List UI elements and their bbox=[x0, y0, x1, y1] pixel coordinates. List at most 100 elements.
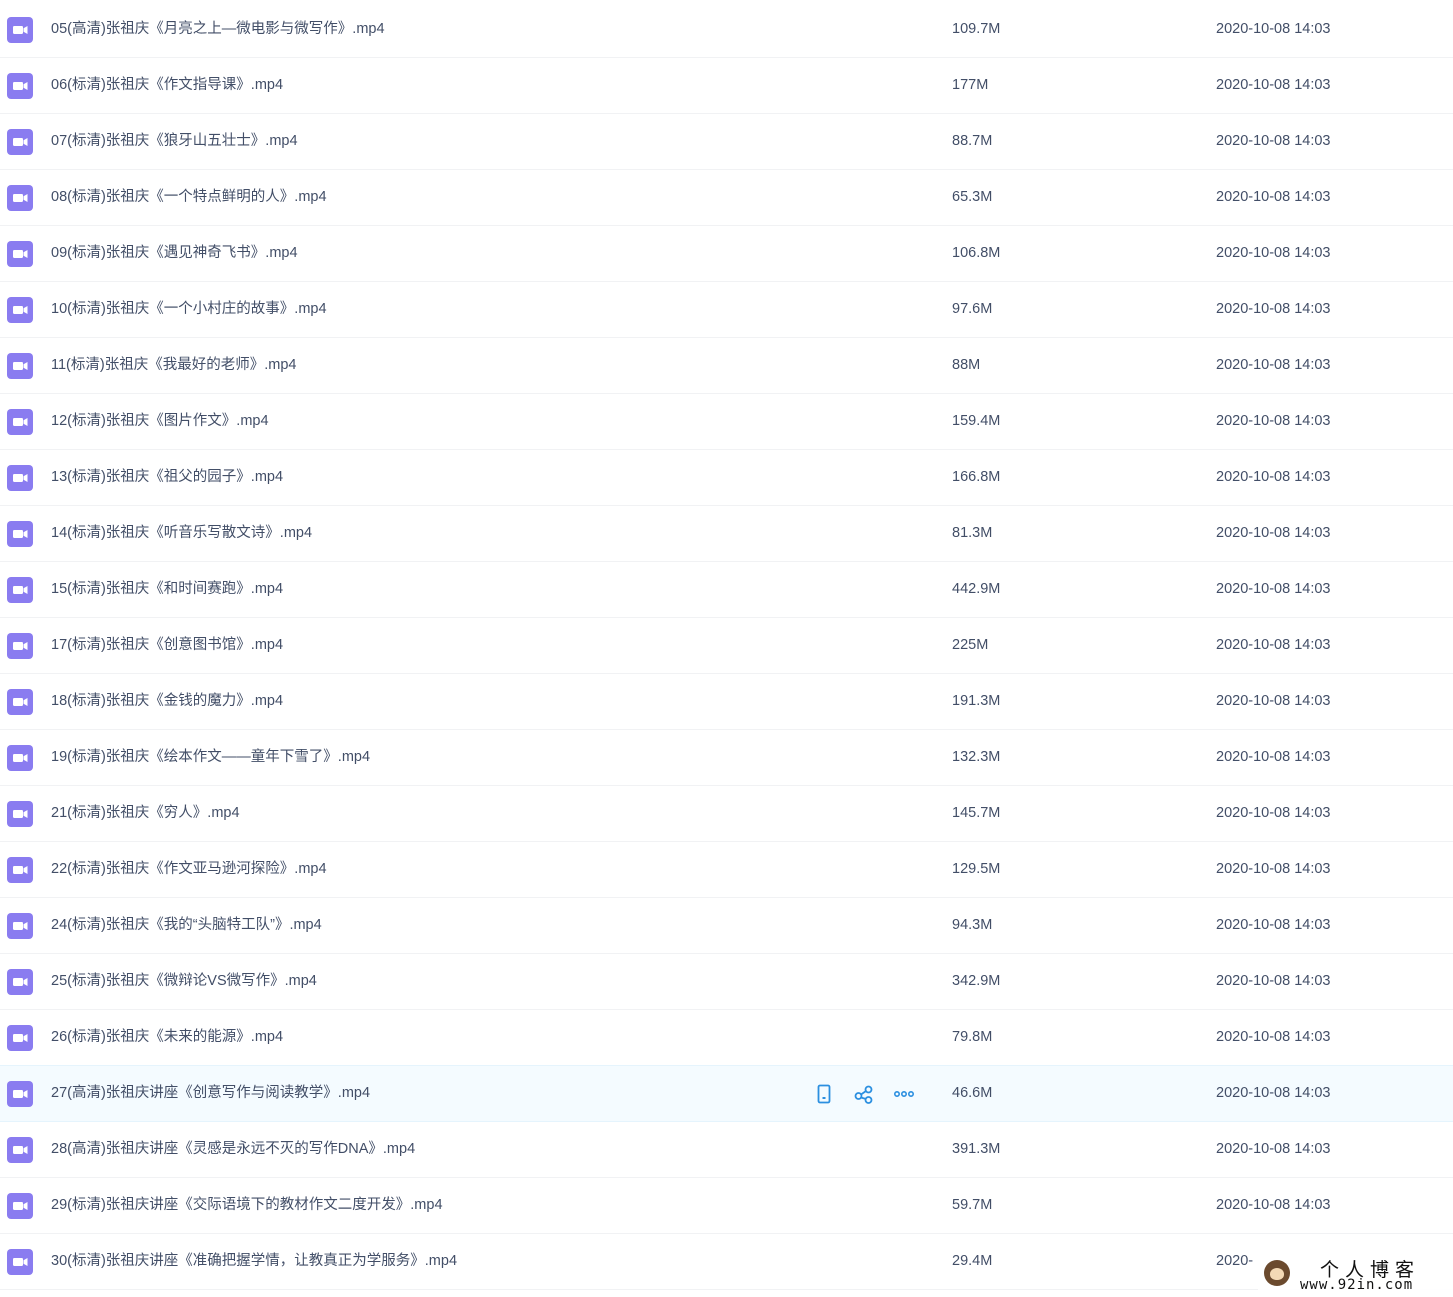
file-size: 191.3M bbox=[952, 693, 1001, 709]
file-size: 88M bbox=[952, 357, 981, 373]
file-modified-time: 2020- bbox=[1216, 1253, 1254, 1269]
file-size: 166.8M bbox=[952, 469, 1001, 485]
file-modified-time: 2020-10-08 14:03 bbox=[1216, 301, 1331, 317]
file-size: 46.6M bbox=[952, 1085, 993, 1101]
file-row[interactable]: 30(标清)张祖庆讲座《准确把握学情，让教真正为学服务》.mp4 29.4M 202… bbox=[0, 1234, 1453, 1290]
file-modified-time: 2020-10-08 14:03 bbox=[1216, 469, 1331, 485]
video-file-icon bbox=[7, 409, 33, 435]
file-name[interactable]: 15(标清)张祖庆《和时间赛跑》.mp4 bbox=[51, 562, 283, 617]
file-size: 81.3M bbox=[952, 525, 993, 541]
video-file-icon bbox=[7, 129, 33, 155]
file-name[interactable]: 26(标清)张祖庆《未来的能源》.mp4 bbox=[51, 1010, 283, 1065]
file-modified-time: 2020-10-08 14:03 bbox=[1216, 861, 1331, 877]
file-modified-time: 2020-10-08 14:03 bbox=[1216, 805, 1331, 821]
video-file-icon bbox=[7, 353, 33, 379]
file-row[interactable]: 11(标清)张祖庆《我最好的老师》.mp4 88M 2020-10-08 14:03 bbox=[0, 338, 1453, 394]
video-file-icon bbox=[7, 745, 33, 771]
file-size: 106.8M bbox=[952, 245, 1001, 261]
file-row[interactable]: 21(标清)张祖庆《穷人》.mp4 145.7M 2020-10-08 14:03 bbox=[0, 786, 1453, 842]
file-name[interactable]: 11(标清)张祖庆《我最好的老师》.mp4 bbox=[51, 338, 296, 393]
share-icon[interactable] bbox=[852, 1082, 876, 1106]
file-modified-time: 2020-10-08 14:03 bbox=[1216, 917, 1331, 933]
file-name[interactable]: 12(标清)张祖庆《图片作文》.mp4 bbox=[51, 394, 269, 449]
file-modified-time: 2020-10-08 14:03 bbox=[1216, 525, 1331, 541]
watermark: 个人博客 www.92in.com bbox=[1258, 1256, 1453, 1294]
file-name[interactable]: 08(标清)张祖庆《一个特点鲜明的人》.mp4 bbox=[51, 170, 327, 225]
file-row[interactable]: 27(高清)张祖庆讲座《创意写作与阅读教学》.mp4 46.6M 2020-10-0… bbox=[0, 1065, 1453, 1122]
file-row[interactable]: 25(标清)张祖庆《微辩论VS微写作》.mp4 342.9M 2020-10-08 … bbox=[0, 954, 1453, 1010]
file-size: 29.4M bbox=[952, 1253, 993, 1269]
video-file-icon bbox=[7, 1193, 33, 1219]
video-file-icon bbox=[7, 801, 33, 827]
watermark-url: www.92in.com bbox=[1300, 1277, 1414, 1293]
phone-icon[interactable] bbox=[812, 1082, 836, 1106]
video-file-icon bbox=[7, 913, 33, 939]
file-row[interactable]: 07(标清)张祖庆《狼牙山五壮士》.mp4 88.7M 2020-10-08 14:… bbox=[0, 114, 1453, 170]
file-name[interactable]: 21(标清)张祖庆《穷人》.mp4 bbox=[51, 786, 240, 841]
file-size: 177M bbox=[952, 77, 989, 93]
file-size: 94.3M bbox=[952, 917, 993, 933]
file-row[interactable]: 29(标清)张祖庆讲座《交际语境下的教材作文二度开发》.mp4 59.7M 2020… bbox=[0, 1178, 1453, 1234]
file-row[interactable]: 15(标清)张祖庆《和时间赛跑》.mp4 442.9M 2020-10-08 14:… bbox=[0, 562, 1453, 618]
video-file-icon bbox=[7, 857, 33, 883]
file-row[interactable]: 06(标清)张祖庆《作文指导课》.mp4 177M 2020-10-08 14:03 bbox=[0, 58, 1453, 114]
file-name[interactable]: 13(标清)张祖庆《祖父的园子》.mp4 bbox=[51, 450, 283, 505]
file-size: 79.8M bbox=[952, 1029, 993, 1045]
file-size: 129.5M bbox=[952, 861, 1001, 877]
file-name[interactable]: 27(高清)张祖庆讲座《创意写作与阅读教学》.mp4 bbox=[51, 1066, 370, 1121]
file-modified-time: 2020-10-08 14:03 bbox=[1216, 189, 1331, 205]
file-name[interactable]: 09(标清)张祖庆《遇见神奇飞书》.mp4 bbox=[51, 226, 298, 281]
video-file-icon bbox=[7, 969, 33, 995]
file-name[interactable]: 30(标清)张祖庆讲座《准确把握学情，让教真正为学服务》.mp4 bbox=[51, 1234, 457, 1289]
file-size: 59.7M bbox=[952, 1197, 993, 1213]
file-row[interactable]: 09(标清)张祖庆《遇见神奇飞书》.mp4 106.8M 2020-10-08 14… bbox=[0, 226, 1453, 282]
file-size: 342.9M bbox=[952, 973, 1001, 989]
file-row[interactable]: 08(标清)张祖庆《一个特点鲜明的人》.mp4 65.3M 2020-10-08 1… bbox=[0, 170, 1453, 226]
file-name[interactable]: 29(标清)张祖庆讲座《交际语境下的教材作文二度开发》.mp4 bbox=[51, 1178, 443, 1233]
video-file-icon bbox=[7, 1137, 33, 1163]
file-name[interactable]: 07(标清)张祖庆《狼牙山五壮士》.mp4 bbox=[51, 114, 298, 169]
file-name[interactable]: 28(高清)张祖庆讲座《灵感是永远不灭的写作DNA》.mp4 bbox=[51, 1122, 415, 1177]
video-file-icon bbox=[7, 465, 33, 491]
file-row[interactable]: 05(高清)张祖庆《月亮之上—微电影与微写作》.mp4 109.7M 2020-10… bbox=[0, 2, 1453, 58]
file-row[interactable]: 13(标清)张祖庆《祖父的园子》.mp4 166.8M 2020-10-08 14:… bbox=[0, 450, 1453, 506]
file-row[interactable]: 14(标清)张祖庆《听音乐写散文诗》.mp4 81.3M 2020-10-08 14… bbox=[0, 506, 1453, 562]
file-name[interactable]: 10(标清)张祖庆《一个小村庄的故事》.mp4 bbox=[51, 282, 327, 337]
file-name[interactable]: 25(标清)张祖庆《微辩论VS微写作》.mp4 bbox=[51, 954, 317, 1009]
file-modified-time: 2020-10-08 14:03 bbox=[1216, 21, 1331, 37]
file-name[interactable]: 18(标清)张祖庆《金钱的魔力》.mp4 bbox=[51, 674, 283, 729]
file-name[interactable]: 24(标清)张祖庆《我的“头脑特工队”》.mp4 bbox=[51, 898, 322, 953]
file-modified-time: 2020-10-08 14:03 bbox=[1216, 749, 1331, 765]
file-name[interactable]: 05(高清)张祖庆《月亮之上—微电影与微写作》.mp4 bbox=[51, 2, 385, 57]
file-modified-time: 2020-10-08 14:03 bbox=[1216, 1141, 1331, 1157]
file-row[interactable]: 12(标清)张祖庆《图片作文》.mp4 159.4M 2020-10-08 14:0… bbox=[0, 394, 1453, 450]
file-modified-time: 2020-10-08 14:03 bbox=[1216, 1029, 1331, 1045]
file-name[interactable]: 14(标清)张祖庆《听音乐写散文诗》.mp4 bbox=[51, 506, 312, 561]
file-row[interactable]: 19(标清)张祖庆《绘本作文——童年下雪了》.mp4 132.3M 2020-10-… bbox=[0, 730, 1453, 786]
file-row[interactable]: 28(高清)张祖庆讲座《灵感是永远不灭的写作DNA》.mp4 391.3M 2020… bbox=[0, 1122, 1453, 1178]
file-row[interactable]: 17(标清)张祖庆《创意图书馆》.mp4 225M 2020-10-08 14:03 bbox=[0, 618, 1453, 674]
file-modified-time: 2020-10-08 14:03 bbox=[1216, 693, 1331, 709]
file-size: 145.7M bbox=[952, 805, 1001, 821]
file-row[interactable]: 24(标清)张祖庆《我的“头脑特工队”》.mp4 94.3M 2020-10-08 … bbox=[0, 898, 1453, 954]
avatar-logo bbox=[1264, 1260, 1290, 1286]
file-row[interactable]: 18(标清)张祖庆《金钱的魔力》.mp4 191.3M 2020-10-08 14:… bbox=[0, 674, 1453, 730]
file-name[interactable]: 17(标清)张祖庆《创意图书馆》.mp4 bbox=[51, 618, 283, 673]
file-modified-time: 2020-10-08 14:03 bbox=[1216, 357, 1331, 373]
file-name[interactable]: 19(标清)张祖庆《绘本作文——童年下雪了》.mp4 bbox=[51, 730, 370, 785]
file-size: 132.3M bbox=[952, 749, 1001, 765]
video-file-icon bbox=[7, 521, 33, 547]
file-row[interactable]: 10(标清)张祖庆《一个小村庄的故事》.mp4 97.6M 2020-10-08 1… bbox=[0, 282, 1453, 338]
file-name[interactable]: 22(标清)张祖庆《作文亚马逊河探险》.mp4 bbox=[51, 842, 327, 897]
file-size: 225M bbox=[952, 637, 989, 653]
more-icon[interactable] bbox=[892, 1082, 916, 1106]
video-file-icon bbox=[7, 185, 33, 211]
file-size: 88.7M bbox=[952, 133, 993, 149]
file-row[interactable]: 26(标清)张祖庆《未来的能源》.mp4 79.8M 2020-10-08 14:0… bbox=[0, 1010, 1453, 1066]
video-file-icon bbox=[7, 577, 33, 603]
file-row[interactable]: 22(标清)张祖庆《作文亚马逊河探险》.mp4 129.5M 2020-10-08 … bbox=[0, 842, 1453, 898]
file-name[interactable]: 06(标清)张祖庆《作文指导课》.mp4 bbox=[51, 58, 283, 113]
file-modified-time: 2020-10-08 14:03 bbox=[1216, 133, 1331, 149]
video-file-icon bbox=[7, 689, 33, 715]
video-file-icon bbox=[7, 1081, 33, 1107]
